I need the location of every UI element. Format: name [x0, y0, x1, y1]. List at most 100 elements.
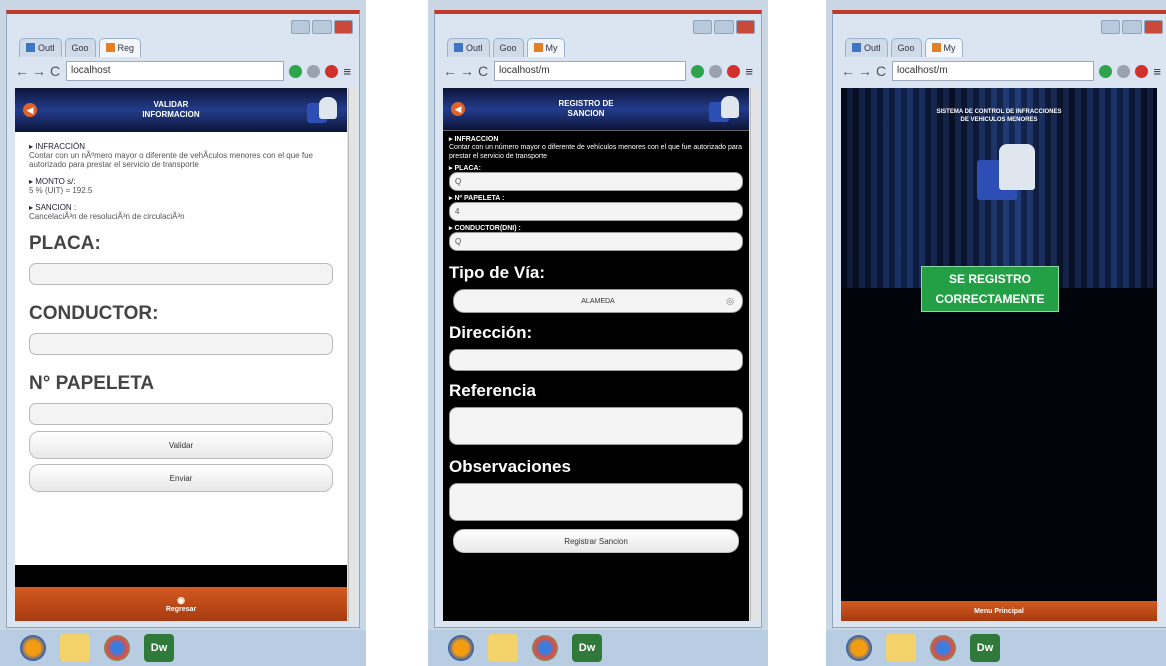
window-controls[interactable] — [693, 20, 755, 34]
chrome-icon[interactable] — [104, 635, 130, 661]
mototaxi-icon — [305, 95, 339, 125]
conductor-label: CONDUCTOR: — [29, 303, 159, 324]
dreamweaver-icon[interactable]: Dw — [970, 634, 1000, 662]
forward-arrow-icon[interactable]: → — [858, 63, 872, 79]
monto-label: ▸ MONTO s/: — [29, 177, 76, 186]
outlook-icon — [26, 43, 35, 52]
address-bar: ← → C localhost/m ≡ — [841, 58, 1161, 84]
tab-reg[interactable]: Reg — [98, 38, 142, 57]
folder-icon[interactable] — [886, 634, 916, 662]
conductor-input[interactable]: Q — [449, 232, 743, 251]
back-arrow-icon[interactable]: ← — [443, 63, 457, 79]
chrome-icon[interactable] — [930, 635, 956, 661]
browser-window: Outl Goo Reg ← → C localhost ≡ ◀ VALIDAR… — [6, 10, 360, 628]
back-arrow-icon[interactable]: ← — [15, 63, 29, 79]
papeleta-input[interactable] — [29, 403, 333, 425]
extension-red-icon[interactable] — [325, 64, 339, 78]
window-controls[interactable] — [291, 20, 353, 34]
screenshot-registro: Outl Goo My ← → C localhost/m ≡ ◀ REGIST… — [428, 0, 768, 666]
tab-google[interactable]: Goo — [64, 38, 96, 57]
system-title: SISTEMA DE CONTROL DE INFRACCIONES DE VEH… — [936, 109, 1062, 123]
extension-gray-icon[interactable] — [1117, 64, 1131, 78]
direccion-label: Dirección: — [449, 323, 533, 342]
scrollbar[interactable] — [348, 88, 357, 621]
tab-strip: Outl Goo Reg — [19, 38, 142, 57]
infraccion-label: ▸ INFRACCIÓN — [29, 142, 86, 151]
chrome-icon[interactable] — [532, 635, 558, 661]
referencia-input[interactable] — [449, 407, 743, 445]
page-title: VALIDAR INFORMACION — [142, 100, 200, 119]
placa-label: PLACA: — [29, 233, 101, 254]
browser-window: Outl Goo My ← → C localhost/m ≡ SISTEMA … — [832, 10, 1166, 628]
window-controls[interactable] — [1101, 20, 1163, 34]
dropdown-icon: ◎ — [726, 295, 734, 306]
back-button[interactable]: ◀ — [23, 103, 37, 117]
extension-gray-icon[interactable] — [709, 64, 723, 78]
placa-input[interactable] — [29, 263, 333, 285]
firefox-icon[interactable] — [448, 635, 474, 661]
conductor-input[interactable] — [29, 333, 333, 355]
url-field[interactable]: localhost — [66, 61, 285, 81]
tab-strip: Outl Goo My — [447, 38, 565, 57]
app-header: ◀ VALIDAR INFORMACION — [15, 88, 347, 132]
regresar-button[interactable]: ◉ Regresar — [15, 587, 347, 621]
menu-icon[interactable]: ≡ — [1153, 64, 1161, 79]
direccion-input[interactable] — [449, 349, 743, 371]
url-field[interactable]: localhost/m — [892, 61, 1095, 81]
menu-icon[interactable]: ≡ — [745, 64, 753, 79]
reload-icon[interactable]: C — [477, 63, 489, 79]
tab-my[interactable]: My — [526, 38, 565, 57]
dreamweaver-icon[interactable]: Dw — [572, 634, 602, 662]
firefox-icon[interactable] — [846, 635, 872, 661]
tab-outlook[interactable]: Outl — [447, 38, 490, 57]
extension-red-icon[interactable] — [727, 64, 741, 78]
success-message: SE REGISTRO CORRECTAMENTE — [921, 266, 1059, 312]
folder-icon[interactable] — [488, 634, 518, 662]
registrar-sancion-button[interactable]: Registrar Sancion — [453, 529, 739, 553]
tab-google[interactable]: Goo — [492, 38, 524, 57]
folder-icon[interactable] — [60, 634, 90, 662]
validar-button[interactable]: Validar — [29, 431, 333, 459]
infraccion-label: ▸ INFRACCION — [449, 136, 499, 143]
address-bar: ← → C localhost/m ≡ — [443, 58, 753, 84]
monto-text: 5 % (UIT) = 192.5 — [29, 186, 93, 195]
browser-window: Outl Goo My ← → C localhost/m ≡ ◀ REGIST… — [434, 10, 762, 628]
reload-icon[interactable]: C — [875, 63, 887, 79]
infraccion-text: Contar con un número mayor o diferente d… — [449, 144, 743, 160]
extension-green-icon[interactable] — [1099, 64, 1113, 78]
placa-input[interactable]: Q — [449, 172, 743, 191]
observaciones-input[interactable] — [449, 483, 743, 521]
forward-arrow-icon[interactable]: → — [460, 63, 474, 79]
extension-green-icon[interactable] — [691, 64, 705, 78]
firefox-icon[interactable] — [20, 635, 46, 661]
papeleta-input[interactable]: 4 — [449, 202, 743, 221]
dreamweaver-icon[interactable]: Dw — [144, 634, 174, 662]
menu-icon[interactable]: ≡ — [343, 64, 351, 79]
extension-red-icon[interactable] — [1135, 64, 1149, 78]
taskbar: Dw — [0, 630, 366, 666]
tab-outlook[interactable]: Outl — [19, 38, 62, 57]
taskbar: Dw — [826, 630, 1166, 666]
observaciones-label: Observaciones — [449, 457, 571, 476]
extension-green-icon[interactable] — [289, 64, 303, 78]
outlook-icon — [852, 43, 861, 52]
tipo-via-select[interactable]: ALAMEDA ◎ — [453, 289, 743, 313]
enviar-button[interactable]: Enviar — [29, 464, 333, 492]
menu-principal-button[interactable]: Menu Principal — [841, 601, 1157, 621]
sancion-text: CancelaciÃ³n de resoluciÃ³n de circulaci… — [29, 212, 185, 221]
tab-google[interactable]: Goo — [890, 38, 922, 57]
reload-icon[interactable]: C — [49, 63, 61, 79]
scrollbar[interactable] — [750, 88, 759, 621]
screenshot-validar: Outl Goo Reg ← → C localhost ≡ ◀ VALIDAR… — [0, 0, 366, 666]
forward-arrow-icon[interactable]: → — [32, 63, 46, 79]
url-field[interactable]: localhost/m — [494, 61, 687, 81]
back-circle-icon: ◉ — [177, 595, 185, 605]
extension-gray-icon[interactable] — [307, 64, 321, 78]
back-button[interactable]: ◀ — [451, 102, 465, 116]
papeleta-label: N° PAPELETA — [29, 373, 155, 394]
tab-outlook[interactable]: Outl — [845, 38, 888, 57]
back-arrow-icon[interactable]: ← — [841, 63, 855, 79]
infraccion-text: Contar con un nÃºmero mayor o diferente … — [29, 151, 313, 169]
tab-my[interactable]: My — [924, 38, 963, 57]
mototaxi-icon — [971, 140, 1041, 204]
